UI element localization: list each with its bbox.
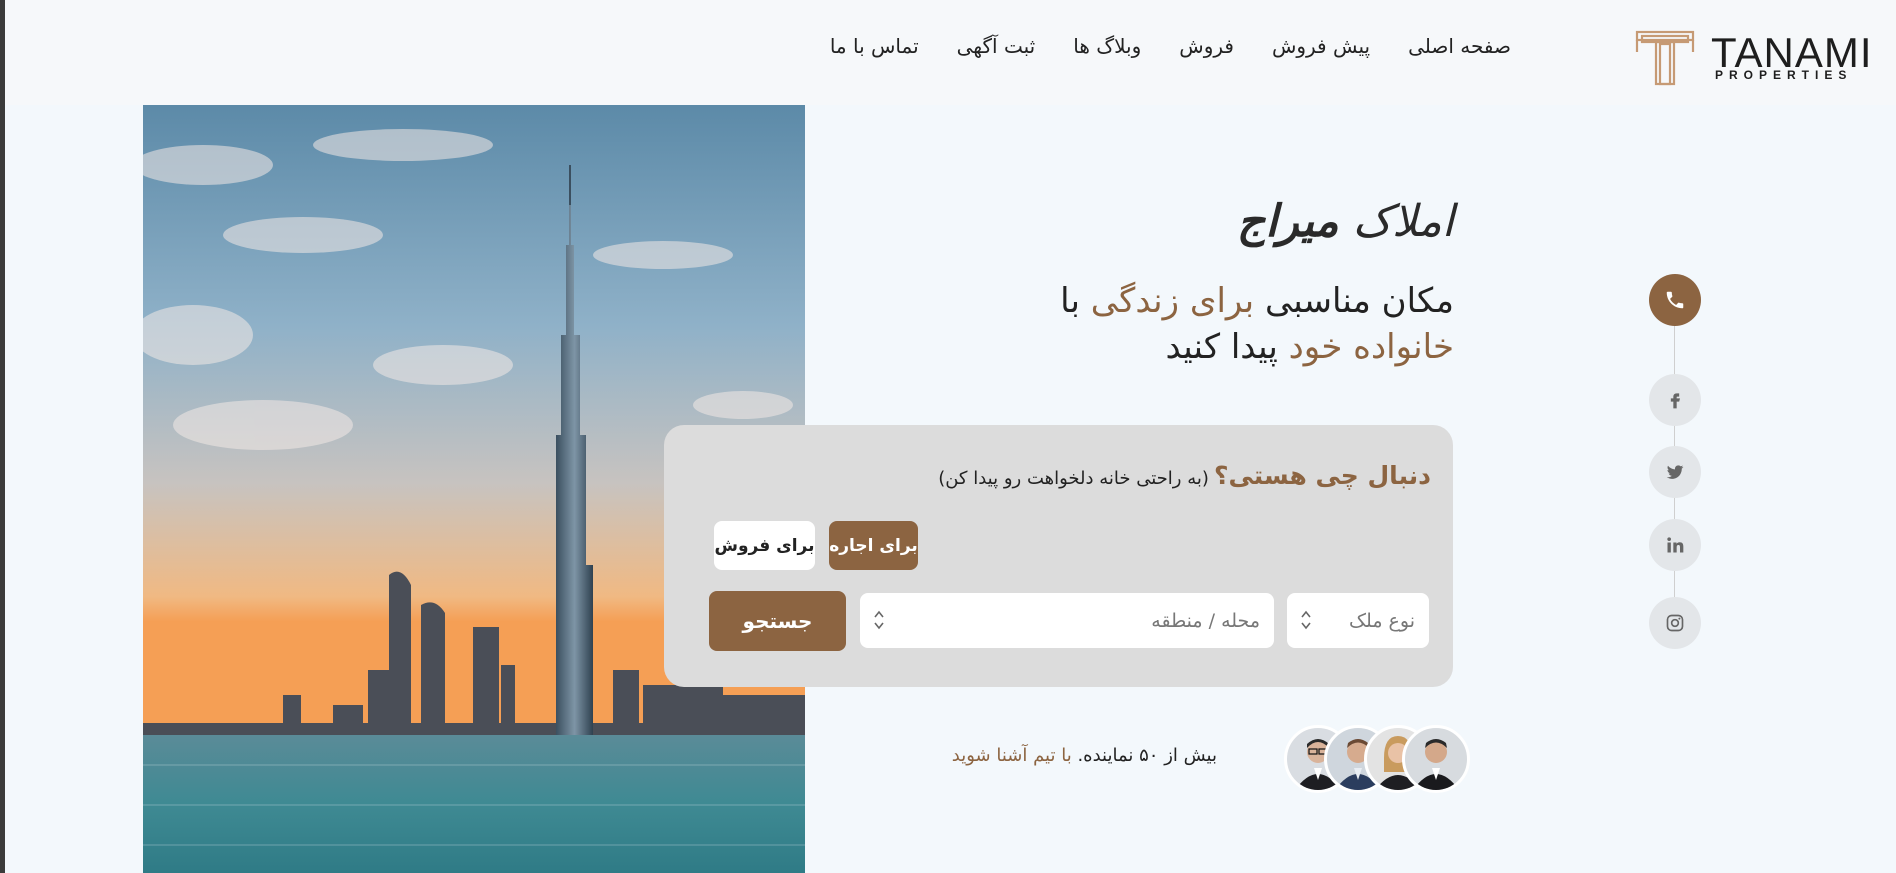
meet-team-link[interactable]: با تیم آشنا شوید — [952, 745, 1072, 766]
window-edge — [0, 0, 5, 873]
twitter-icon — [1666, 465, 1684, 479]
search-question-hint: (به راحتی خانه دلخواهت رو پیدا کن) — [938, 468, 1209, 489]
hero-title: املاک میراج — [1237, 196, 1454, 247]
agents-caption: بیش از ۵۰ نماینده. با تیم آشنا شوید — [952, 745, 1217, 766]
facebook-button[interactable] — [1649, 374, 1701, 426]
linkedin-button[interactable] — [1649, 519, 1701, 571]
nav-sale[interactable]: فروش — [1179, 34, 1234, 58]
site-header: TANAMI PROPERTIES صفحه اصلی پیش فروش فرو… — [5, 0, 1896, 105]
property-type-select[interactable]: نوع ملک — [1287, 593, 1429, 648]
select-arrows-icon — [1301, 610, 1311, 630]
hero-title-light: املاک — [1352, 196, 1454, 247]
nav-post-ad[interactable]: ثبت آگهی — [957, 34, 1036, 58]
linkedin-icon — [1667, 537, 1684, 553]
subtitle-part-3: پیدا کنید — [1165, 327, 1278, 367]
brand-logo[interactable]: TANAMI PROPERTIES — [1635, 30, 1872, 86]
search-button[interactable]: جستجو — [709, 591, 846, 651]
hero-title-bold: میراج — [1236, 196, 1339, 247]
hero-subtitle: مکان مناسبی برای زندگی با خانواده خود پی… — [1034, 278, 1454, 370]
area-placeholder: محله / منطقه — [1151, 609, 1260, 632]
subtitle-part-2: با — [1060, 281, 1080, 321]
main-nav: صفحه اصلی پیش فروش فروش وبلاگ ها ثبت آگه… — [830, 34, 1511, 58]
nav-home[interactable]: صفحه اصلی — [1408, 34, 1511, 58]
avatar — [1402, 725, 1470, 793]
search-question-title: دنبال چی هستی؟ — [1214, 461, 1431, 490]
search-question: دنبال چی هستی؟ (به راحتی خانه دلخواهت رو… — [938, 461, 1431, 490]
subtitle-accent-2: خانواده خود — [1288, 327, 1454, 367]
area-select[interactable]: محله / منطقه — [860, 593, 1274, 648]
tab-sale[interactable]: برای فروش — [714, 521, 815, 570]
subtitle-accent-1: برای زندگی — [1090, 281, 1255, 321]
subtitle-part-1: مکان مناسبی — [1264, 281, 1454, 321]
agents-count-text: بیش از ۵۰ نماینده. — [1077, 745, 1217, 766]
logo-mark-icon — [1635, 30, 1695, 86]
nav-blog[interactable]: وبلاگ ها — [1073, 34, 1141, 58]
facebook-icon — [1670, 393, 1680, 409]
tab-rent[interactable]: برای اجاره — [829, 521, 918, 570]
nav-contact[interactable]: تماس با ما — [830, 34, 919, 58]
instagram-button[interactable] — [1649, 597, 1701, 649]
agent-avatars[interactable] — [1284, 725, 1470, 795]
brand-subtitle: PROPERTIES — [1715, 68, 1853, 82]
twitter-button[interactable] — [1649, 446, 1701, 498]
phone-icon — [1666, 291, 1684, 309]
instagram-icon — [1666, 614, 1684, 632]
phone-button[interactable] — [1649, 274, 1701, 326]
search-card: دنبال چی هستی؟ (به راحتی خانه دلخواهت رو… — [664, 425, 1453, 687]
nav-presale[interactable]: پیش فروش — [1272, 34, 1370, 58]
select-arrows-icon — [874, 610, 884, 630]
property-type-placeholder: نوع ملک — [1349, 609, 1415, 632]
